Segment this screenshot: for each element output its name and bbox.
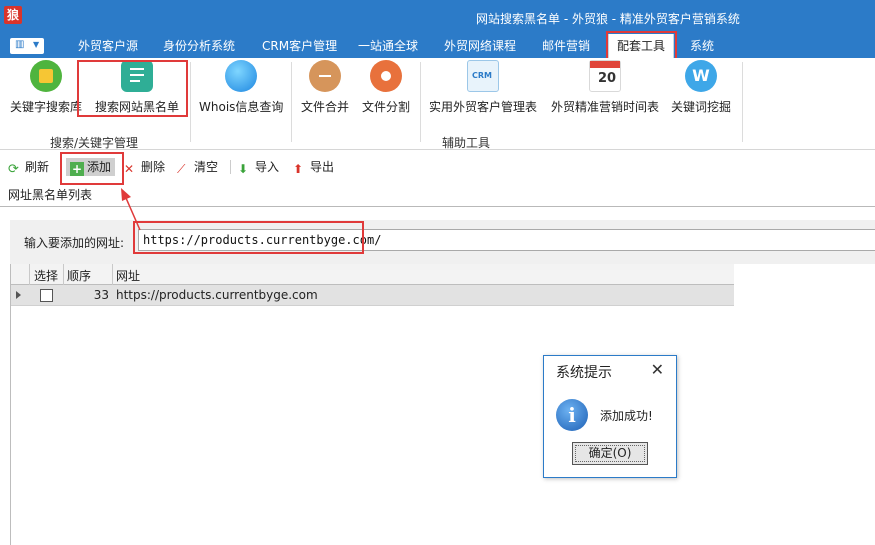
w-icon: W <box>685 60 717 92</box>
app-logo: 狼 <box>4 6 22 24</box>
tab-customer-source[interactable]: 外贸客户源 <box>78 34 138 58</box>
column-header-order[interactable]: 顺序 <box>67 267 91 284</box>
whois-lookup-button[interactable]: Whois信息查询 <box>199 60 283 115</box>
refresh-button[interactable]: ⟳ 刷新 <box>8 159 49 177</box>
row-url: https://products.currentbyge.com <box>116 288 318 302</box>
tab-system[interactable]: 系统 <box>690 34 714 58</box>
system-message-dialog: 系统提示 ✕ i 添加成功! 确定(O) <box>543 355 677 478</box>
toolbar-separator <box>230 160 231 174</box>
tab-crm[interactable]: CRM客户管理 <box>262 34 337 58</box>
column-separator <box>63 264 64 285</box>
calendar-icon: 20 <box>589 60 621 92</box>
chevron-down-icon: ▼ <box>33 40 40 49</box>
toolbar-separator <box>60 160 61 174</box>
shopping-bag-icon <box>30 60 62 92</box>
ribbon-label: 实用外贸客户管理表 <box>428 100 537 114</box>
import-icon: ⬇ <box>238 162 249 176</box>
row-order: 33 <box>93 288 109 302</box>
tab-tools[interactable]: 配套工具 <box>608 34 675 58</box>
split-icon <box>370 60 402 92</box>
file-split-button[interactable]: 文件分割 <box>361 60 411 115</box>
clear-button[interactable]: ⟋ 清空 <box>177 159 218 177</box>
table-row[interactable]: 33 https://products.currentbyge.com <box>11 285 734 306</box>
dialog-message: 添加成功! <box>600 409 653 423</box>
ribbon-separator <box>742 62 743 142</box>
ribbon-label: 关键词挖掘 <box>670 100 731 114</box>
tab-online-course[interactable]: 外贸网络课程 <box>444 34 516 58</box>
ribbon-separator <box>291 62 292 142</box>
delete-button[interactable]: ✕ 删除 <box>124 159 165 177</box>
import-label: 导入 <box>255 160 280 174</box>
ribbon-label: Whois信息查询 <box>199 100 284 114</box>
group-label-search: 搜索/关键字管理 <box>50 136 139 150</box>
ribbon-label: 文件分割 <box>361 100 410 114</box>
menu-bar: ▥ ▼ 外贸客户源 身份分析系统 CRM客户管理 一站通全球 外贸网络课程 邮件… <box>0 34 875 58</box>
toolbar: ⟳ 刷新 + 添加 ✕ 删除 ⟋ 清空 ⬇ 导入 ⬆ 导出 <box>0 152 875 182</box>
clear-label: 清空 <box>194 160 219 174</box>
ok-button[interactable]: 确定(O) <box>572 442 648 465</box>
add-button[interactable]: + 添加 <box>66 158 116 176</box>
ribbon-separator <box>420 62 421 142</box>
ribbon-separator <box>190 62 191 142</box>
import-button[interactable]: ⬇ 导入 <box>238 159 279 177</box>
merge-icon <box>309 60 341 92</box>
ribbon-label: 搜索网站黑名单 <box>94 100 179 114</box>
url-input[interactable]: https://products.currentbyge.com/ <box>138 229 875 251</box>
keyword-library-button[interactable]: 关键字搜索库 <box>9 60 83 115</box>
ribbon-label: 外贸精准营销时间表 <box>550 100 659 114</box>
export-button[interactable]: ⬆ 导出 <box>293 159 334 177</box>
add-icon: + <box>70 162 84 176</box>
ribbon-label: 关键字搜索库 <box>9 100 82 114</box>
tab-email-marketing[interactable]: 邮件营销 <box>542 34 590 58</box>
tab-one-stop-global[interactable]: 一站通全球 <box>358 34 418 58</box>
crm-icon: CRM <box>467 60 499 92</box>
row-indicator-icon <box>16 291 21 299</box>
column-header-select[interactable]: 选择 <box>34 267 58 284</box>
tab-divider <box>0 206 875 207</box>
delete-label: 删除 <box>141 160 166 174</box>
tab-identity-analysis[interactable]: 身份分析系统 <box>163 34 235 58</box>
refresh-label: 刷新 <box>25 160 50 174</box>
row-checkbox[interactable] <box>40 289 53 302</box>
input-panel: 输入要添加的网址: https://products.currentbyge.c… <box>10 220 875 264</box>
ribbon-label: 文件合并 <box>300 100 349 114</box>
dialog-title: 系统提示 <box>556 365 612 381</box>
delete-icon: ✕ <box>124 162 135 176</box>
checklist-icon <box>121 60 153 92</box>
customer-management-table-button[interactable]: CRM 实用外贸客户管理表 <box>428 60 538 115</box>
app-menu-button[interactable]: ▥ ▼ <box>10 38 44 54</box>
eraser-icon: ⟋ <box>177 162 186 176</box>
title-bar: 狼 网站搜索黑名单 - 外贸狼 - 精准外贸客户营销系统 <box>0 0 875 34</box>
ribbon: 关键字搜索库 搜索网站黑名单 Whois信息查询 文件合并 文件分割 CRM 实… <box>0 58 875 150</box>
menu-icon: ▥ <box>15 39 25 50</box>
column-header-url[interactable]: 网址 <box>116 267 140 284</box>
grid-header: 选择 顺序 网址 <box>11 264 734 285</box>
export-icon: ⬆ <box>293 162 304 176</box>
group-label-aux-tools: 辅助工具 <box>442 136 491 150</box>
info-icon: i <box>556 399 588 431</box>
file-merge-button[interactable]: 文件合并 <box>299 60 351 115</box>
marketing-schedule-button[interactable]: 20 外贸精准营销时间表 <box>550 60 660 115</box>
search-blacklist-button[interactable]: 搜索网站黑名单 <box>93 60 181 115</box>
export-label: 导出 <box>310 160 335 174</box>
close-icon[interactable]: ✕ <box>651 360 664 379</box>
window-title: 网站搜索黑名单 - 外贸狼 - 精准外贸客户营销系统 <box>476 12 740 26</box>
keyword-mining-button[interactable]: W 关键词挖掘 <box>670 60 732 115</box>
column-separator <box>112 264 113 285</box>
url-grid: 选择 顺序 网址 33 https://products.currentbyge… <box>10 264 875 545</box>
refresh-icon: ⟳ <box>8 162 19 177</box>
add-label: 添加 <box>87 160 112 174</box>
blacklist-tab[interactable]: 网址黑名单列表 <box>8 186 92 203</box>
globe-icon <box>225 60 257 92</box>
column-separator <box>29 264 30 285</box>
url-input-label: 输入要添加的网址: <box>24 236 125 250</box>
